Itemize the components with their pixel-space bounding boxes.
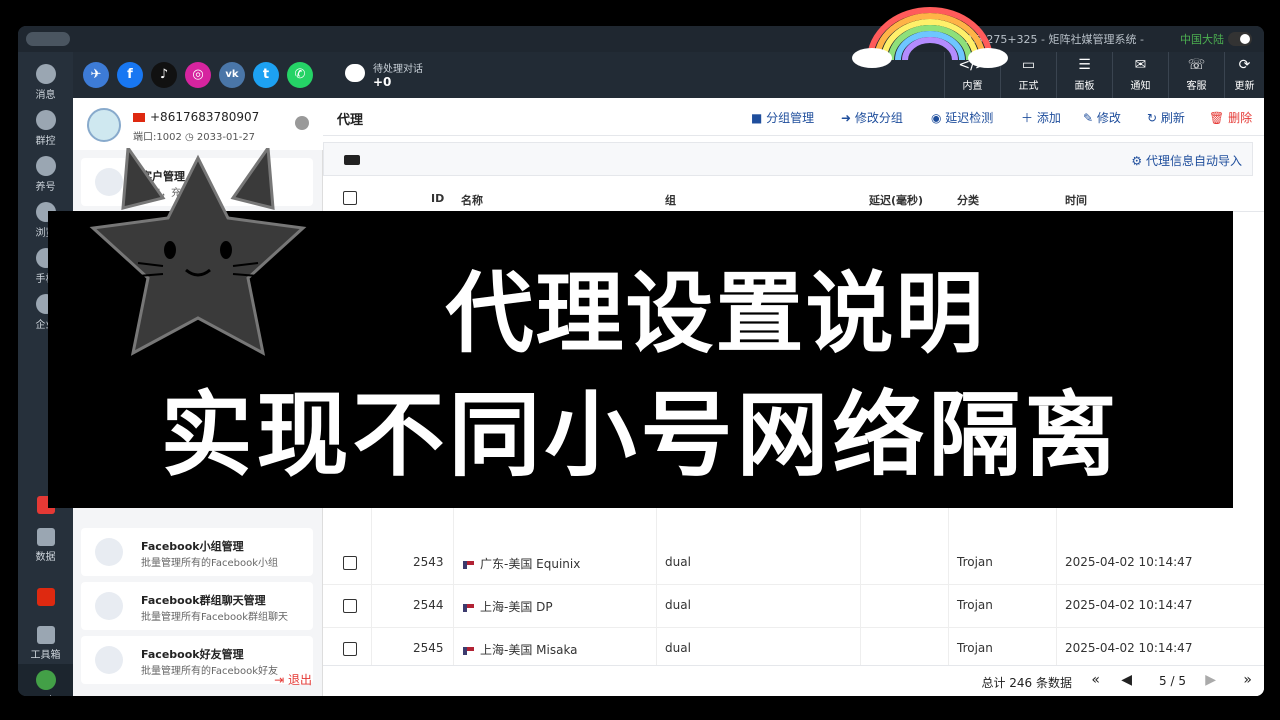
us-flag-icon	[463, 603, 474, 612]
instagram-icon[interactable]: ◎	[185, 62, 211, 88]
refresh-button[interactable]: ↻ 刷新	[1147, 109, 1185, 126]
panel-button[interactable]: ☰ 面板	[1056, 52, 1112, 98]
account-card[interactable]: +8617683780907 端口:1002 ◷ 2033-01-27	[73, 98, 323, 150]
nav-toolbox[interactable]: 工具箱	[18, 620, 73, 666]
nav-data[interactable]: 数据	[18, 522, 73, 568]
table-header: ID 名称 组 延迟(毫秒) 分类 时间	[323, 184, 1264, 212]
speed-icon: ◉	[931, 111, 946, 125]
chat-icon	[35, 64, 56, 84]
page-indicator: 5 / 5	[1159, 674, 1186, 688]
support-button[interactable]: ☏ 客服	[1168, 52, 1224, 98]
group-manage-button[interactable]: ■ 分组管理	[751, 109, 814, 126]
region-label: 中国大陆	[1180, 33, 1224, 46]
total-count: 总计 246 条数据	[981, 676, 1072, 690]
col-type[interactable]: 分类	[957, 192, 979, 208]
china-flag-icon	[133, 113, 145, 122]
menu-fb-group-chat[interactable]: Facebook群组聊天管理 批量管理所有Facebook群组聊天	[81, 582, 313, 630]
pending-label: 待处理对话	[373, 64, 423, 75]
nav-messages[interactable]: 消息	[18, 58, 73, 104]
auto-import-button[interactable]: ⚙ 代理信息自动导入	[1131, 152, 1242, 169]
nav-user[interactable]: 用户	[18, 664, 73, 696]
col-id[interactable]: ID	[431, 192, 444, 205]
update-button[interactable]: ⟳ 更新	[1224, 52, 1264, 98]
refresh-icon: ↻	[1147, 111, 1161, 125]
pagination-bar: 总计 246 条数据 « ◀ 5 / 5 ▶ »	[323, 665, 1264, 696]
add-button[interactable]: ＋ 添加	[1021, 109, 1061, 126]
edit-group-icon: ➜	[841, 111, 855, 125]
row-checkbox[interactable]	[343, 642, 357, 656]
col-group[interactable]: 组	[665, 192, 676, 208]
wrench-icon: ✎	[1083, 111, 1097, 125]
vk-icon[interactable]: vk	[219, 62, 245, 88]
notify-button[interactable]: ✉ 通知	[1112, 52, 1168, 98]
account-port: 端口:1002	[133, 132, 182, 143]
group-control-icon	[35, 110, 56, 130]
us-flag-icon	[463, 646, 474, 655]
facebook-icon[interactable]: f	[117, 62, 143, 88]
select-all-checkbox[interactable]	[343, 191, 357, 205]
pending-count: +0	[373, 75, 392, 89]
account-phone: +8617683780907	[150, 110, 260, 124]
whatsapp-icon[interactable]: ✆	[287, 62, 313, 88]
page-title: 代理	[337, 113, 364, 128]
chart-icon	[36, 528, 55, 546]
tag-icon[interactable]	[344, 155, 360, 165]
account-expiry: 2033-01-27	[196, 132, 256, 143]
menu-fb-groups[interactable]: Facebook小组管理 批量管理所有的Facebook小组	[81, 528, 313, 576]
col-latency[interactable]: 延迟(毫秒)	[869, 192, 923, 208]
cat-star-sticker	[89, 148, 307, 356]
col-time[interactable]: 时间	[1065, 192, 1087, 208]
next-page-button[interactable]: ▶	[1205, 672, 1216, 688]
first-page-button[interactable]: «	[1091, 672, 1100, 688]
tiktok-icon[interactable]: ♪	[151, 62, 177, 88]
sidebar-toggle-button[interactable]	[26, 32, 70, 46]
table-row[interactable]: 2543 广东-美国 Equinix dual Trojan 2025-04-0…	[323, 542, 1264, 585]
top-bar: ✈ f ♪ ◎ vk t ✆ 待处理对话 +0 </> 内置 ▭ 正式 ☰ 面板 ✉ 通…	[73, 52, 1264, 98]
headset-icon: ☏	[1187, 57, 1206, 73]
megaphone-icon: ✉	[1134, 57, 1147, 73]
avatar	[87, 108, 121, 142]
friends-icon	[95, 646, 123, 674]
account-nurture-icon	[35, 156, 56, 176]
nav-nurture[interactable]: 养号	[18, 150, 73, 196]
user-icon	[35, 670, 56, 690]
plus-icon: ＋	[1021, 111, 1037, 125]
update-icon: ⟳	[1238, 57, 1251, 73]
rainbow-sticker	[852, 7, 1008, 68]
nav-group-control[interactable]: 群控	[18, 104, 73, 150]
us-flag-icon	[463, 560, 474, 569]
prev-page-button[interactable]: ◀	[1121, 672, 1132, 688]
edit-group-button[interactable]: ➜ 修改分组	[841, 109, 903, 126]
title-bar: 2.5.275+325 - 矩阵社媒管理系统 - 中国大陆	[18, 26, 1264, 52]
trash-icon: 🗑	[1209, 111, 1229, 125]
table-row[interactable]: 2544 上海-美国 DP dual Trojan 2025-04-02 10:…	[323, 585, 1264, 628]
twitter-icon[interactable]: t	[253, 62, 279, 88]
banner-subtitle: 实现不同小号网络隔离	[160, 382, 1121, 489]
telegram-icon[interactable]: ✈	[83, 62, 109, 88]
delete-button[interactable]: 🗑 删除	[1209, 109, 1252, 126]
tag-icon: ■	[751, 111, 767, 125]
gear-icon[interactable]	[295, 116, 309, 130]
edit-button[interactable]: ✎ 修改	[1083, 109, 1121, 126]
logout-button[interactable]: ⇥ 退出	[274, 671, 312, 688]
china-flag-icon	[36, 588, 55, 606]
col-name[interactable]: 名称	[461, 192, 483, 208]
toolbox-icon	[36, 626, 55, 644]
last-page-button[interactable]: »	[1243, 672, 1252, 688]
filter-bar: ⚙ 代理信息自动导入	[323, 142, 1253, 176]
theme-toggle[interactable]	[1228, 32, 1252, 46]
group-icon	[95, 538, 123, 566]
group-chat-icon	[95, 592, 123, 620]
latency-check-button[interactable]: ◉ 延迟检测	[931, 109, 993, 126]
row-checkbox[interactable]	[343, 556, 357, 570]
pending-conversations[interactable]: 待处理对话 +0	[373, 60, 423, 89]
panel-header: 代理 ■ 分组管理 ➜ 修改分组 ◉ 延迟检测 ＋ 添加 ✎ 修改 ↻ 刷新 🗑…	[323, 98, 1264, 136]
row-checkbox[interactable]	[343, 599, 357, 613]
conversation-icon	[345, 64, 365, 82]
sliders-icon: ☰	[1078, 57, 1091, 73]
